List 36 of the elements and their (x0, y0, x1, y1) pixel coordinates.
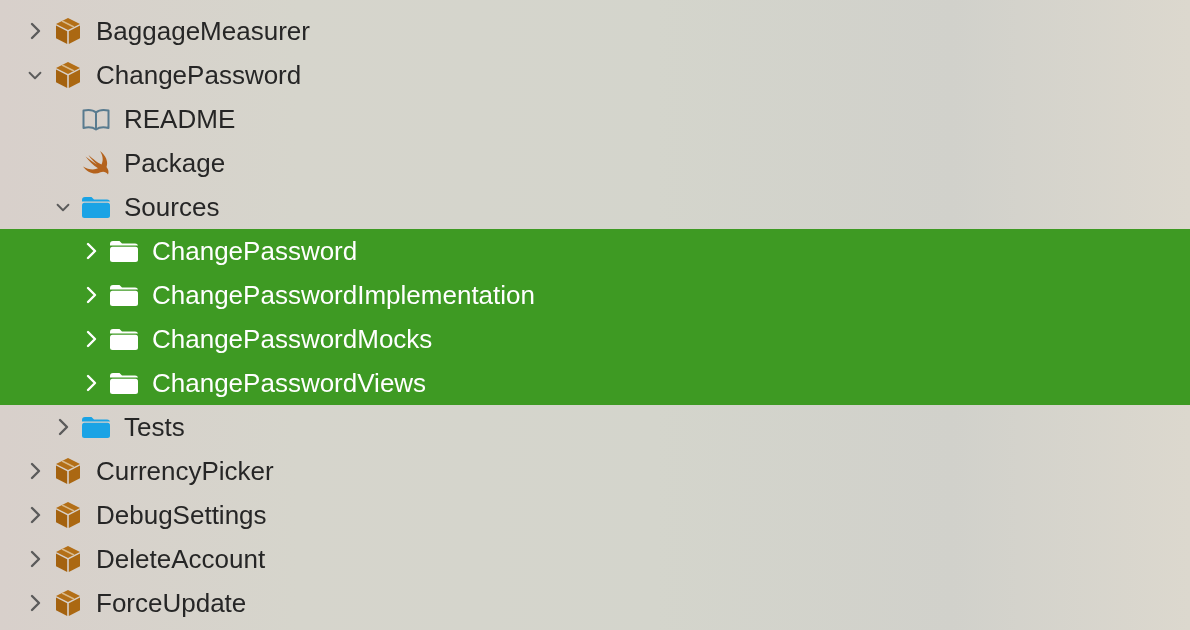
selected-tree-row[interactable]: ChangePasswordImplementation (0, 273, 1190, 317)
selected-tree-row[interactable]: ChangePassword (0, 229, 1190, 273)
book-icon (82, 107, 110, 131)
package-box-icon (55, 17, 81, 45)
folder-icon (82, 416, 110, 438)
tree-row[interactable]: ForceUpdate (0, 581, 1190, 625)
tree-row[interactable]: CurrencyPicker (0, 449, 1190, 493)
chevron-right-icon[interactable] (29, 550, 41, 568)
folder-icon (110, 372, 138, 394)
tree-row[interactable]: DeleteAccount (0, 537, 1190, 581)
package-box-icon (55, 589, 81, 617)
chevron-right-icon[interactable] (29, 22, 41, 40)
tree-row[interactable]: Package (0, 141, 1190, 185)
package-box-icon (55, 501, 81, 529)
selected-tree-row[interactable]: ChangePasswordMocks (0, 317, 1190, 361)
package-box-icon (55, 61, 81, 89)
chevron-right-icon[interactable] (29, 462, 41, 480)
chevron-down-icon[interactable] (28, 69, 42, 81)
selected-tree-row[interactable]: ChangePasswordViews (0, 361, 1190, 405)
folder-icon (82, 196, 110, 218)
tree-row[interactable]: Tests (0, 405, 1190, 449)
tree-row[interactable]: ChangePassword (0, 53, 1190, 97)
package-box-icon (55, 545, 81, 573)
tree-row[interactable]: Sources (0, 185, 1190, 229)
tree-row[interactable]: DebugSettings (0, 493, 1190, 537)
chevron-right-icon[interactable] (57, 418, 69, 436)
tree-row[interactable]: BaggageMeasurer (0, 9, 1190, 53)
tree-row[interactable]: README (0, 97, 1190, 141)
chevron-right-icon[interactable] (29, 506, 41, 524)
folder-icon (110, 284, 138, 306)
chevron-right-icon[interactable] (29, 594, 41, 612)
package-box-icon (55, 457, 81, 485)
swift-bird-icon (82, 150, 110, 176)
folder-icon (110, 240, 138, 262)
chevron-down-icon[interactable] (56, 201, 70, 213)
folder-icon (110, 328, 138, 350)
